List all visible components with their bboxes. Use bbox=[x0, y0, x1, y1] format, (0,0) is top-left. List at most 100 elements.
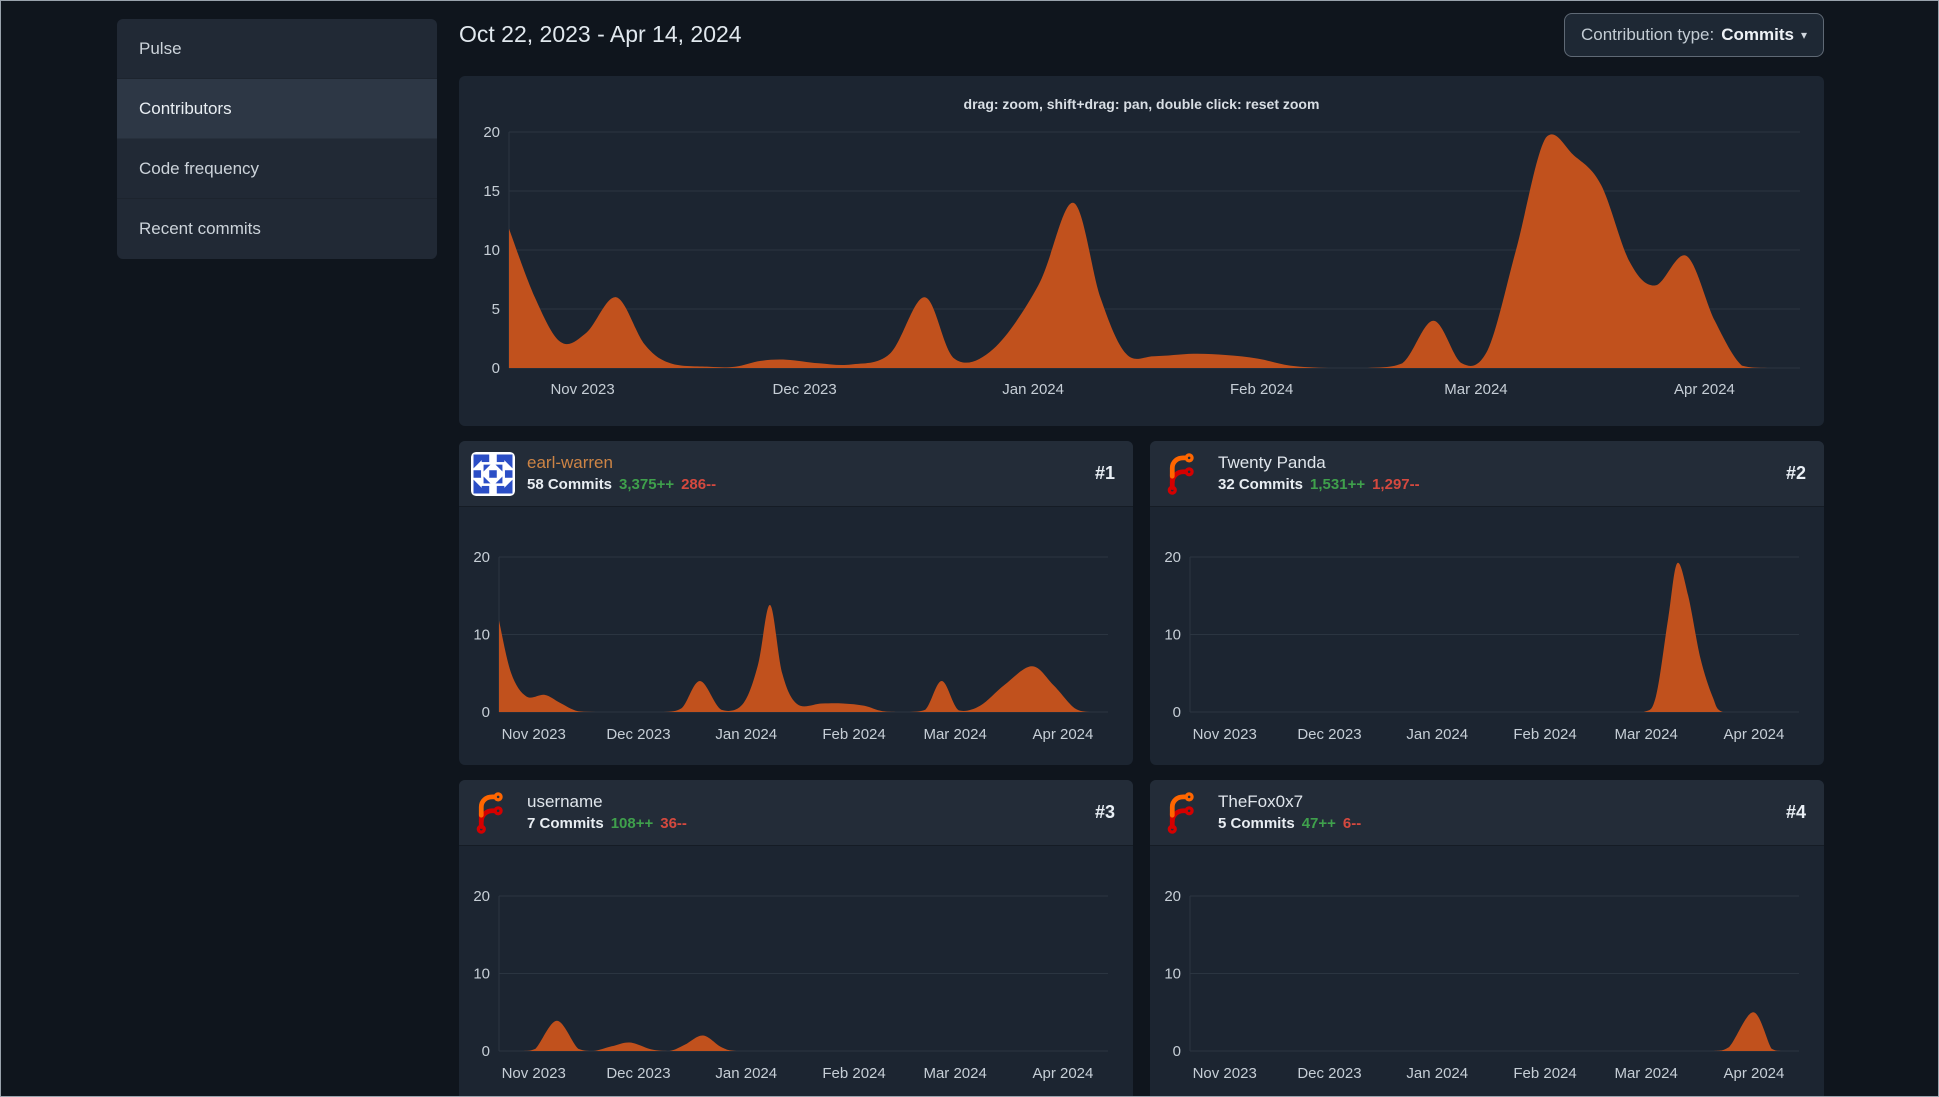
contributor-rank-badge: #1 bbox=[1094, 463, 1115, 483]
commit-count: 5 Commits bbox=[1218, 814, 1295, 832]
svg-text:Apr 2024: Apr 2024 bbox=[1723, 726, 1784, 743]
main-activity-panel: 0 5 10 15 20 Nov 2023 Dec 2023 Jan 2024 Feb 2024… bbox=[459, 76, 1824, 426]
contributor-chart-container: 0 10 20 Nov 2023 Dec 2023 Jan 2024 Feb 2024 Mar… bbox=[1150, 846, 1824, 1097]
contributor-stats: 32 Commits 1,531++ 1,297-- bbox=[1218, 476, 1420, 493]
svg-text:Dec 2023: Dec 2023 bbox=[773, 381, 837, 398]
svg-text:10: 10 bbox=[1164, 966, 1181, 983]
svg-text:Jan 2024: Jan 2024 bbox=[1406, 726, 1468, 743]
contributor-stats: 7 Commits 108++ 36-- bbox=[527, 815, 687, 832]
commit-count: 58 Commits bbox=[527, 475, 613, 493]
commit-count: 32 Commits bbox=[1218, 475, 1304, 493]
activity-sidebar: Pulse Contributors Code frequency Recent… bbox=[117, 19, 437, 259]
deletions-count: 286-- bbox=[681, 475, 717, 493]
contributor-stats: 58 Commits 3,375++ 286-- bbox=[527, 476, 716, 493]
contributor-rank-badge: #2 bbox=[1785, 463, 1806, 483]
svg-text:10: 10 bbox=[483, 242, 500, 259]
sidebar-item-pulse[interactable]: Pulse bbox=[117, 19, 437, 79]
svg-text:Apr 2024: Apr 2024 bbox=[1723, 1065, 1784, 1082]
contributors-page: Pulse Contributors Code frequency Recent… bbox=[0, 0, 1939, 1097]
svg-text:15: 15 bbox=[483, 183, 500, 200]
forgejo-logo-avatar[interactable] bbox=[1162, 791, 1206, 835]
forgejo-logo-avatar[interactable] bbox=[471, 791, 515, 835]
svg-text:0: 0 bbox=[482, 704, 490, 721]
svg-text:20: 20 bbox=[473, 549, 490, 566]
chart-zoom-hint: drag: zoom, shift+drag: pan, double clic… bbox=[963, 96, 1320, 112]
contributor-card-header: earl-warren 58 Commits 3,375++ 286-- #1 bbox=[459, 441, 1133, 507]
svg-text:Mar 2024: Mar 2024 bbox=[1614, 1065, 1677, 1082]
sidebar-item-recent-commits[interactable]: Recent commits bbox=[117, 199, 437, 259]
svg-text:Feb 2024: Feb 2024 bbox=[1513, 726, 1576, 743]
thefox0x7-commits-chart[interactable]: 0 10 20 Nov 2023 Dec 2023 Jan 2024 Feb 2024 Mar… bbox=[1150, 846, 1824, 1097]
forgejo-logo-avatar[interactable] bbox=[1162, 452, 1206, 496]
svg-text:Feb 2024: Feb 2024 bbox=[822, 1065, 885, 1082]
contribution-type-dropdown[interactable]: Contribution type: Commits ▾ bbox=[1563, 13, 1824, 57]
contributor-card-header: Twenty Panda 32 Commits 1,531++ 1,297-- … bbox=[1150, 441, 1824, 507]
contributor-stats: 5 Commits 47++ 6-- bbox=[1218, 815, 1361, 832]
svg-text:10: 10 bbox=[1164, 627, 1181, 644]
contributor-card-1: earl-warren 58 Commits 3,375++ 286-- #1 … bbox=[459, 441, 1133, 765]
svg-text:Feb 2024: Feb 2024 bbox=[1513, 1065, 1576, 1082]
contributor-rank-badge: #3 bbox=[1094, 802, 1115, 822]
main-activity-chart[interactable]: 0 5 10 15 20 Nov 2023 Dec 2023 Jan 2024 Feb 2024… bbox=[459, 76, 1824, 426]
svg-text:Apr 2024: Apr 2024 bbox=[1674, 381, 1735, 398]
commit-count: 7 Commits bbox=[527, 814, 604, 832]
contributor-card-2: Twenty Panda 32 Commits 1,531++ 1,297-- … bbox=[1150, 441, 1824, 765]
svg-text:Dec 2023: Dec 2023 bbox=[606, 1065, 670, 1082]
contributor-identity: Twenty Panda 32 Commits 1,531++ 1,297-- bbox=[1218, 453, 1420, 493]
svg-text:0: 0 bbox=[1173, 1043, 1181, 1060]
date-range-title: Oct 22, 2023 - Apr 14, 2024 bbox=[459, 21, 742, 47]
contributor-card-4: TheFox0x7 5 Commits 47++ 6-- #4 0 10 20 Nov… bbox=[1150, 780, 1824, 1097]
additions-count: 47++ bbox=[1301, 814, 1336, 832]
sidebar-item-code-frequency[interactable]: Code frequency bbox=[117, 139, 437, 199]
svg-text:Nov 2023: Nov 2023 bbox=[550, 381, 614, 398]
svg-text:20: 20 bbox=[483, 124, 500, 141]
svg-text:Mar 2024: Mar 2024 bbox=[923, 1065, 986, 1082]
svg-text:Dec 2023: Dec 2023 bbox=[606, 726, 670, 743]
svg-text:Mar 2024: Mar 2024 bbox=[1444, 381, 1507, 398]
contributor-card-header: username 7 Commits 108++ 36-- #3 bbox=[459, 780, 1133, 846]
deletions-count: 1,297-- bbox=[1372, 475, 1420, 493]
contributor-name-link[interactable]: Twenty Panda bbox=[1218, 453, 1420, 473]
svg-text:Feb 2024: Feb 2024 bbox=[1230, 381, 1293, 398]
svg-text:10: 10 bbox=[473, 966, 490, 983]
sidebar-item-label: Pulse bbox=[139, 38, 182, 58]
contributor-name-link[interactable]: username bbox=[527, 792, 687, 812]
svg-text:20: 20 bbox=[1164, 549, 1181, 566]
additions-count: 3,375++ bbox=[619, 475, 675, 493]
contributor-name-link[interactable]: earl-warren bbox=[527, 453, 716, 473]
deletions-count: 36-- bbox=[660, 814, 687, 832]
svg-text:Jan 2024: Jan 2024 bbox=[715, 1065, 777, 1082]
svg-text:10: 10 bbox=[473, 627, 490, 644]
contributor-card-3: username 7 Commits 108++ 36-- #3 0 10 20 No… bbox=[459, 780, 1133, 1097]
svg-text:0: 0 bbox=[1173, 704, 1181, 721]
additions-count: 108++ bbox=[610, 814, 654, 832]
contributor-chart-container: 0 10 20 Nov 2023 Dec 2023 Jan 2024 Feb 2024 Mar… bbox=[459, 846, 1133, 1097]
contribution-type-label: Contribution type: bbox=[1580, 25, 1715, 44]
earl-warren-avatar identicon-avatar[interactable] bbox=[471, 451, 515, 496]
svg-text:20: 20 bbox=[473, 888, 490, 905]
twenty-panda-commits-chart[interactable]: 0 10 20 Nov 2023 Dec 2023 Jan 2024 Feb 2024 Mar… bbox=[1150, 507, 1824, 765]
sidebar-item-label: Contributors bbox=[139, 98, 232, 118]
page-header: Oct 22, 2023 - Apr 14, 2024 Contribution… bbox=[459, 13, 1824, 57]
svg-text:0: 0 bbox=[482, 1043, 490, 1060]
deletions-count: 6-- bbox=[1342, 814, 1362, 832]
contributor-identity: username 7 Commits 108++ 36-- bbox=[527, 792, 687, 832]
earl-warren-commits-chart[interactable]: 0 10 20 Nov 2023 Dec 2023 Jan 2024 Feb 2024 Mar… bbox=[459, 507, 1133, 765]
contributor-cards-grid: earl-warren 58 Commits 3,375++ 286-- #1 … bbox=[459, 441, 1824, 1097]
svg-text:0: 0 bbox=[492, 360, 500, 377]
svg-text:Dec 2023: Dec 2023 bbox=[1297, 1065, 1361, 1082]
svg-text:20: 20 bbox=[1164, 888, 1181, 905]
svg-text:Mar 2024: Mar 2024 bbox=[923, 726, 986, 743]
contributor-chart-container: 0 10 20 Nov 2023 Dec 2023 Jan 2024 Feb 2024 Mar… bbox=[459, 507, 1133, 765]
contributor-rank-badge: #4 bbox=[1785, 802, 1806, 822]
contribution-type-value: Commits bbox=[1721, 25, 1794, 44]
sidebar-item-label: Recent commits bbox=[139, 219, 261, 238]
contributor-chart-container: 0 10 20 Nov 2023 Dec 2023 Jan 2024 Feb 2024 Mar… bbox=[1150, 507, 1824, 765]
username-commits-chart[interactable]: 0 10 20 Nov 2023 Dec 2023 Jan 2024 Feb 2024 Mar… bbox=[459, 846, 1133, 1097]
svg-text:Nov 2023: Nov 2023 bbox=[502, 726, 566, 743]
sidebar-item-contributors[interactable]: Contributors bbox=[117, 79, 437, 139]
sidebar-item-label: Code frequency bbox=[139, 158, 260, 178]
svg-text:Apr 2024: Apr 2024 bbox=[1032, 1065, 1093, 1082]
svg-text:Dec 2023: Dec 2023 bbox=[1297, 726, 1361, 743]
contributor-name-link[interactable]: TheFox0x7 bbox=[1218, 792, 1361, 812]
